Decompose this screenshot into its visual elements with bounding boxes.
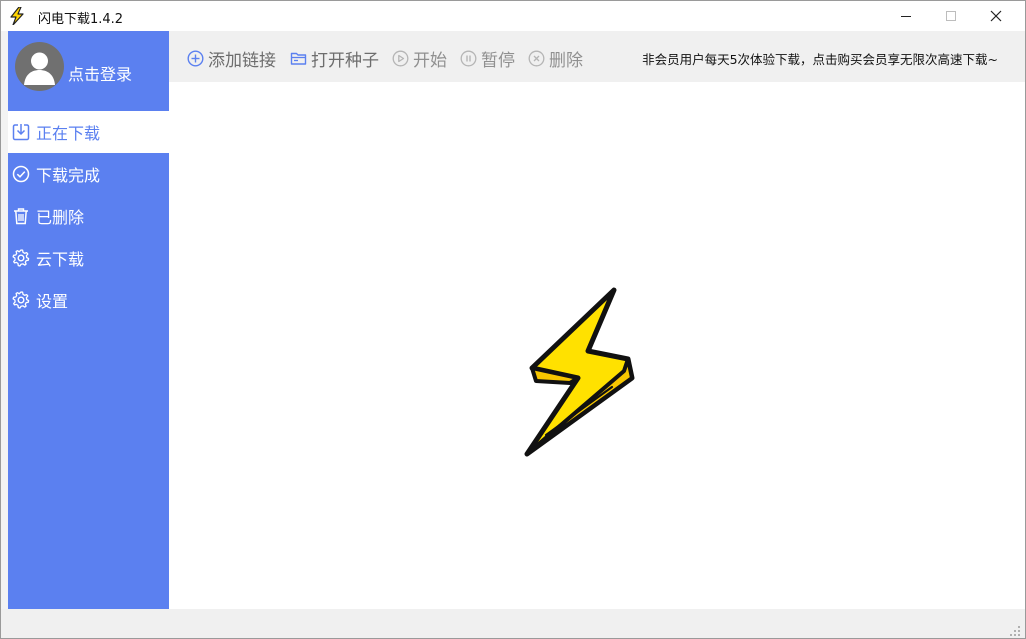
maximize-button[interactable]	[928, 1, 974, 31]
gear-icon	[12, 249, 30, 267]
pause-label: 暂停	[481, 50, 515, 71]
maximize-icon	[946, 11, 956, 21]
delete-button[interactable]: 删除	[528, 47, 583, 71]
sidebar-item-settings[interactable]: 设置	[8, 279, 169, 321]
pause-circle-icon	[460, 50, 477, 67]
sidebar-item-label: 已删除	[36, 208, 85, 227]
sidebar-item-label: 云下载	[36, 250, 85, 269]
lightning-logo-icon	[524, 287, 635, 457]
plus-circle-icon	[187, 49, 204, 67]
add-link-label: 添加链接	[208, 50, 276, 71]
sidebar-item-label: 正在下载	[36, 124, 101, 143]
sidebar-item-cloud-download[interactable]: 云下载	[8, 237, 169, 279]
gear-icon	[12, 291, 30, 309]
open-torrent-button[interactable]: 打开种子	[290, 47, 379, 71]
add-link-button[interactable]: 添加链接	[187, 47, 276, 71]
title-bar[interactable]: 闪电下载1.4.2	[1, 1, 1025, 31]
sidebar: 点击登录 正在下载 下载完成 已删除 云下载 设置	[8, 31, 169, 609]
lightning-app-icon	[9, 6, 25, 26]
toolbar: 添加链接 打开种子 开始 暂停 删除 非会员用户每天5次体验下载，点击购买会员享…	[169, 31, 1025, 82]
window-title: 闪电下载1.4.2	[38, 12, 124, 27]
minimize-icon	[901, 16, 911, 17]
login-link[interactable]: 点击登录	[68, 61, 132, 85]
start-label: 开始	[413, 50, 447, 71]
status-bar	[1, 609, 1025, 638]
sidebar-item-downloading[interactable]: 正在下载	[8, 111, 169, 153]
close-button[interactable]	[973, 1, 1019, 31]
pause-button[interactable]: 暂停	[460, 47, 515, 71]
play-circle-icon	[392, 50, 409, 67]
open-torrent-label: 打开种子	[311, 50, 379, 71]
sidebar-item-label: 下载完成	[36, 166, 101, 185]
delete-label: 删除	[549, 50, 583, 71]
resize-grip-icon[interactable]	[1009, 622, 1021, 636]
folder-icon	[290, 50, 307, 67]
sidebar-item-completed[interactable]: 下载完成	[8, 153, 169, 195]
app-window: 闪电下载1.4.2 点击登录 正在下载 下载完成 已删除 云下载 设置 添加链接…	[0, 0, 1026, 639]
avatar[interactable]	[15, 42, 64, 91]
lightning-logo	[520, 285, 636, 461]
x-circle-icon	[528, 50, 545, 67]
close-icon	[990, 10, 1002, 22]
sidebar-item-deleted[interactable]: 已删除	[8, 195, 169, 237]
start-button[interactable]: 开始	[392, 47, 447, 71]
download-icon	[12, 123, 30, 141]
check-circle-icon	[12, 165, 30, 183]
minimize-button[interactable]	[883, 1, 929, 31]
window-left-border	[1, 31, 8, 609]
membership-notice[interactable]: 非会员用户每天5次体验下载，点击购买会员享无限次高速下载~	[642, 49, 998, 68]
download-list-area	[169, 82, 1025, 609]
trash-icon	[12, 207, 30, 225]
sidebar-item-label: 设置	[36, 292, 69, 311]
user-icon	[24, 52, 55, 85]
